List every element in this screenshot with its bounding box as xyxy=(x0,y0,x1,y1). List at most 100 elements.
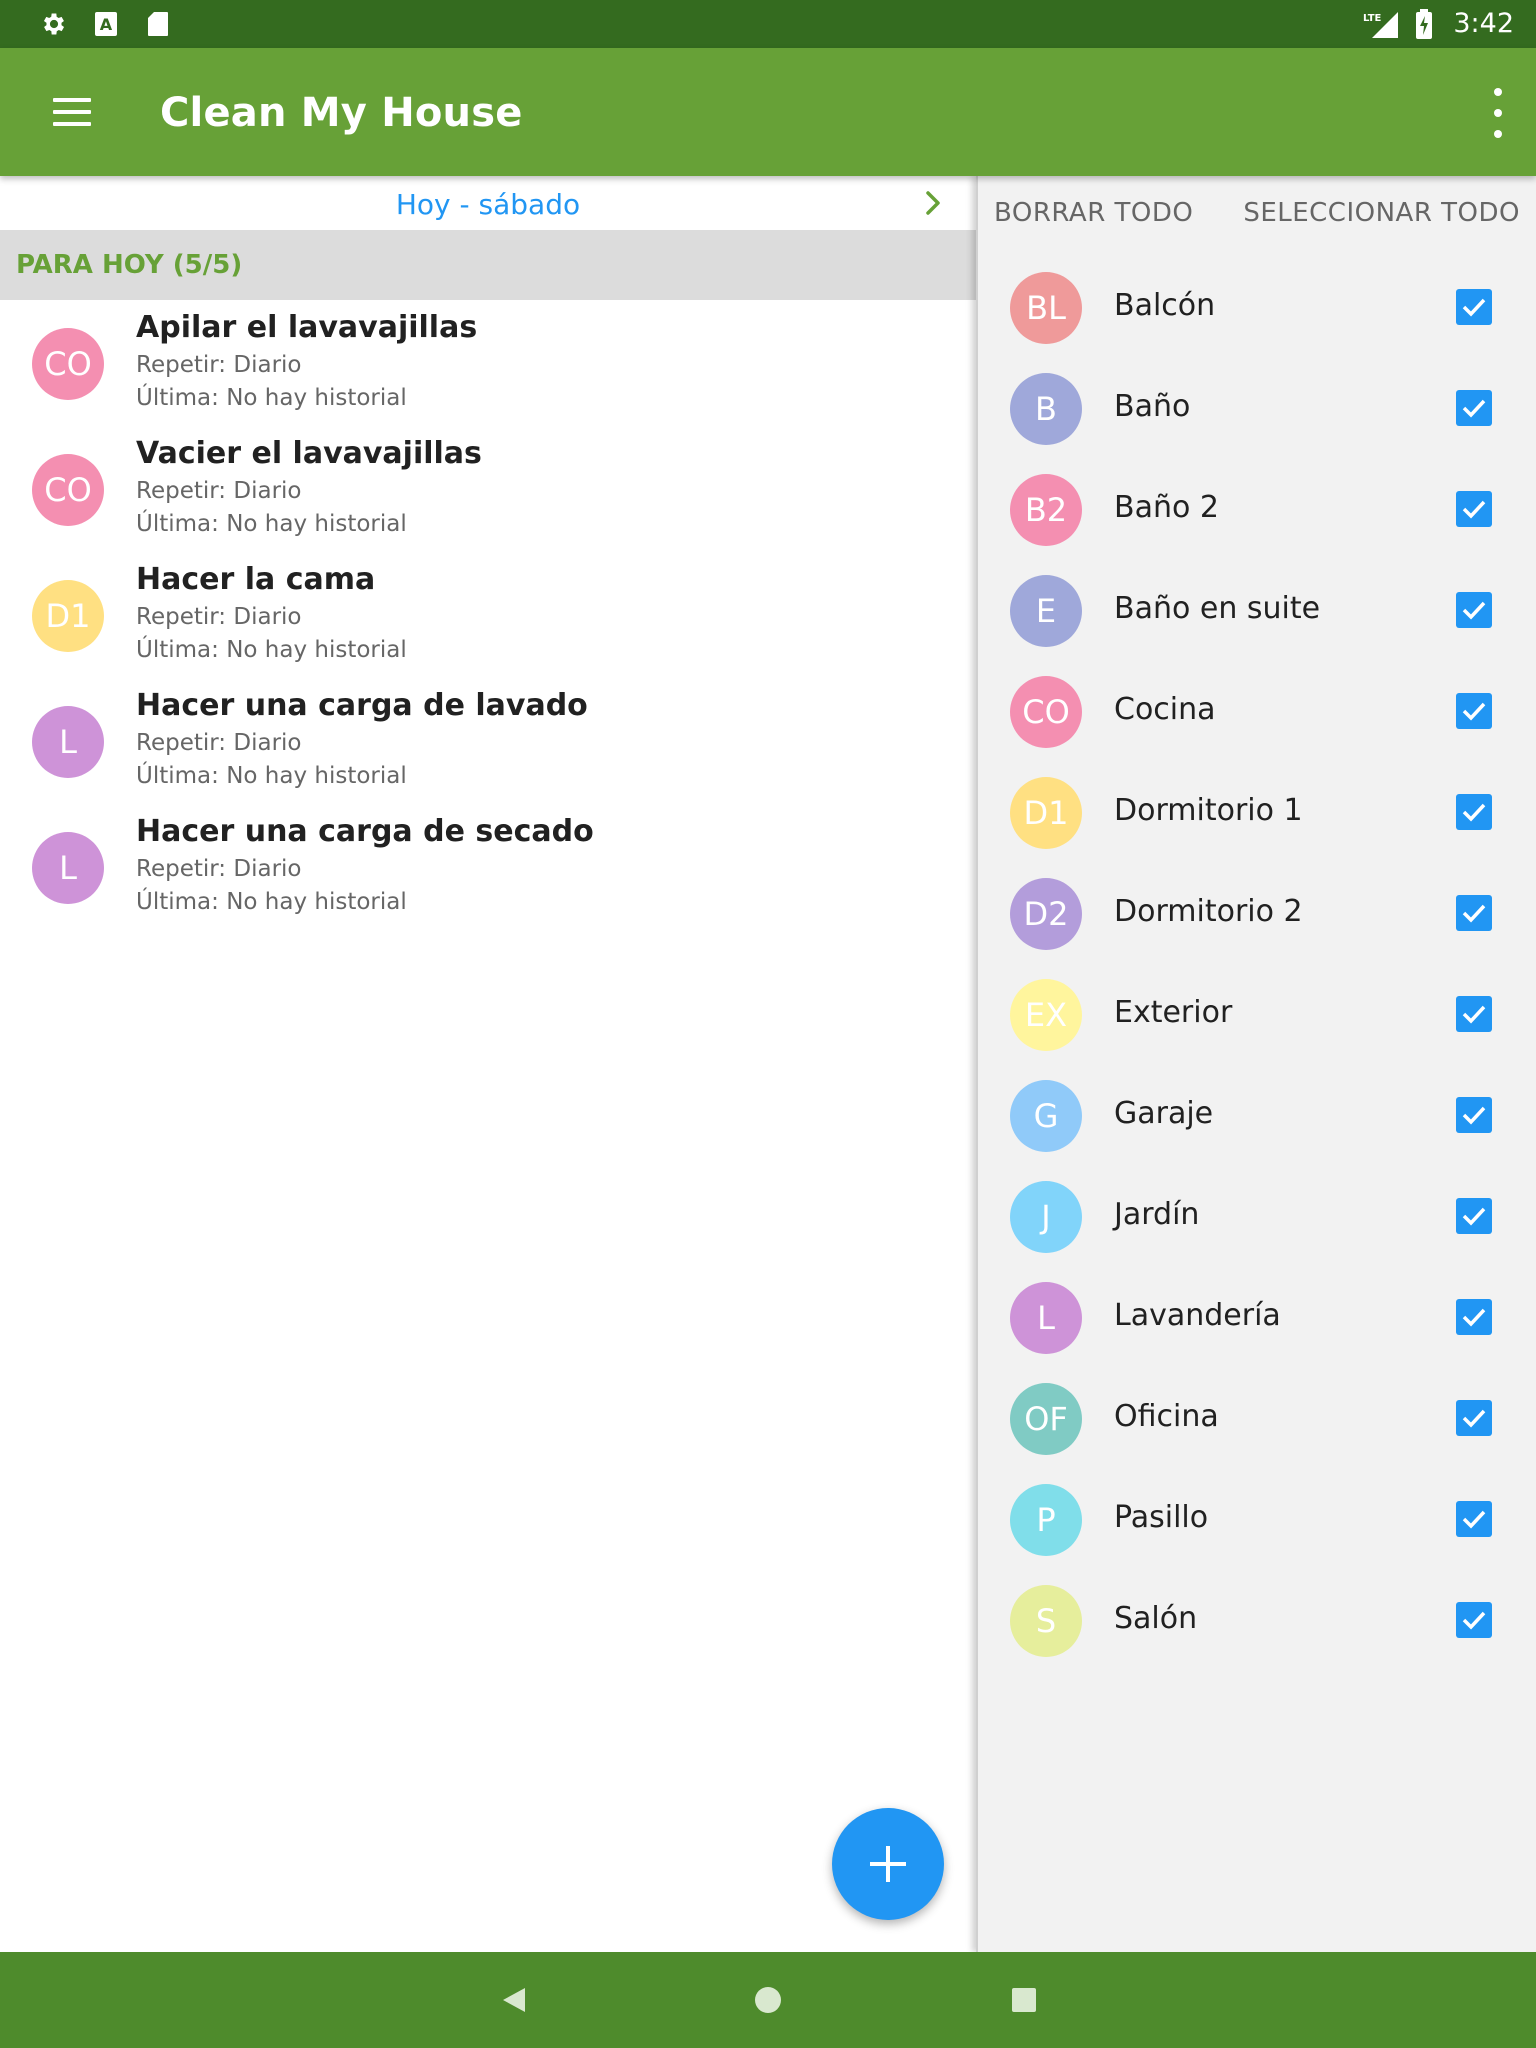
date-label[interactable]: Hoy - sábado xyxy=(0,188,976,221)
room-checkbox[interactable] xyxy=(1456,895,1492,931)
room-name: Baño xyxy=(1114,389,1191,424)
room-checkbox[interactable] xyxy=(1456,491,1492,527)
back-button[interactable] xyxy=(494,1980,534,2020)
task-last: Última: No hay historial xyxy=(136,637,407,663)
clear-all-button[interactable]: BORRAR TODO xyxy=(994,198,1193,228)
task-last: Última: No hay historial xyxy=(136,511,407,537)
check-icon xyxy=(1462,601,1486,620)
room-checkbox[interactable] xyxy=(1456,592,1492,628)
room-avatar: B xyxy=(1010,373,1082,445)
home-circle-icon xyxy=(755,1987,781,2013)
recents-button[interactable] xyxy=(1004,1980,1044,2020)
room-checkbox[interactable] xyxy=(1456,1501,1492,1537)
room-name: Salón xyxy=(1114,1601,1198,1636)
task-name: Hacer una carga de lavado xyxy=(136,688,588,723)
room-checkbox[interactable] xyxy=(1456,1097,1492,1133)
task-item[interactable]: L Hacer una carga de lavado Repetir: Dia… xyxy=(0,688,976,814)
room-name: Pasillo xyxy=(1114,1500,1209,1535)
chevron-right-icon[interactable] xyxy=(920,190,946,216)
room-avatar: D2 xyxy=(1010,878,1082,950)
room-avatar: OF xyxy=(1010,1383,1082,1455)
section-title: PARA HOY (5/5) xyxy=(16,250,243,280)
settings-icon xyxy=(40,10,68,38)
task-item[interactable]: L Hacer una carga de secado Repetir: Dia… xyxy=(0,814,976,940)
task-repeat: Repetir: Diario xyxy=(136,478,302,504)
task-item[interactable]: CO Apilar el lavavajillas Repetir: Diari… xyxy=(0,310,976,436)
room-item[interactable]: E Baño en suite xyxy=(978,561,1536,662)
task-repeat: Repetir: Diario xyxy=(136,604,302,630)
room-name: Balcón xyxy=(1114,288,1216,323)
check-icon xyxy=(1462,500,1486,519)
room-item[interactable]: OF Oficina xyxy=(978,1369,1536,1470)
select-all-button[interactable]: SELECCIONAR TODO xyxy=(1243,198,1520,228)
room-item[interactable]: P Pasillo xyxy=(978,1470,1536,1571)
check-icon xyxy=(1462,1611,1486,1630)
check-icon xyxy=(1462,702,1486,721)
room-item[interactable]: L Lavandería xyxy=(978,1268,1536,1369)
room-item[interactable]: B2 Baño 2 xyxy=(978,460,1536,561)
add-task-button[interactable] xyxy=(832,1808,944,1920)
room-checkbox[interactable] xyxy=(1456,693,1492,729)
room-item[interactable]: D1 Dormitorio 1 xyxy=(978,763,1536,864)
room-name: Dormitorio 2 xyxy=(1114,894,1303,929)
task-last: Última: No hay historial xyxy=(136,385,407,411)
sd-card-icon xyxy=(144,10,172,38)
room-avatar: BL xyxy=(1010,272,1082,344)
check-icon xyxy=(1462,1409,1486,1428)
lte-signal-icon: LTE xyxy=(1362,10,1398,38)
room-list: BL Balcón B Baño B2 Baño 2 E Baño en suite C… xyxy=(978,258,1536,1672)
room-item[interactable]: EX Exterior xyxy=(978,965,1536,1066)
room-name: Dormitorio 1 xyxy=(1114,793,1303,828)
room-checkbox[interactable] xyxy=(1456,1400,1492,1436)
room-avatar: CO xyxy=(1010,676,1082,748)
room-item[interactable]: D2 Dormitorio 2 xyxy=(978,864,1536,965)
room-avatar: S xyxy=(1010,1585,1082,1657)
more-options-button[interactable] xyxy=(1488,88,1508,138)
room-name: Cocina xyxy=(1114,692,1216,727)
room-checkbox[interactable] xyxy=(1456,1198,1492,1234)
check-icon xyxy=(1462,399,1486,418)
more-vert-icon xyxy=(1494,88,1502,96)
task-item[interactable]: CO Vacier el lavavajillas Repetir: Diari… xyxy=(0,436,976,562)
room-avatar: J xyxy=(1010,1181,1082,1253)
room-item[interactable]: B Baño xyxy=(978,359,1536,460)
home-button[interactable] xyxy=(748,1980,788,2020)
task-name: Apilar el lavavajillas xyxy=(136,310,478,345)
room-item[interactable]: S Salón xyxy=(978,1571,1536,1672)
check-icon xyxy=(1462,1106,1486,1125)
task-repeat: Repetir: Diario xyxy=(136,856,302,882)
task-list: CO Apilar el lavavajillas Repetir: Diari… xyxy=(0,310,976,940)
recents-square-icon xyxy=(1012,1988,1036,2012)
check-icon xyxy=(1462,803,1486,822)
battery-charging-icon xyxy=(1414,9,1434,39)
svg-text:A: A xyxy=(100,15,113,34)
back-triangle-icon xyxy=(503,1988,525,2012)
room-checkbox[interactable] xyxy=(1456,1602,1492,1638)
section-header: PARA HOY (5/5) xyxy=(0,230,976,300)
room-checkbox[interactable] xyxy=(1456,390,1492,426)
room-checkbox[interactable] xyxy=(1456,794,1492,830)
menu-button[interactable] xyxy=(36,84,108,140)
status-bar: A LTE 3:42 xyxy=(0,0,1536,48)
task-item[interactable]: D1 Hacer la cama Repetir: Diario Última:… xyxy=(0,562,976,688)
navigation-bar xyxy=(0,1952,1536,2048)
room-item[interactable]: G Garaje xyxy=(978,1066,1536,1167)
room-avatar: B2 xyxy=(1010,474,1082,546)
room-avatar: L xyxy=(1010,1282,1082,1354)
room-name: Jardín xyxy=(1114,1197,1200,1232)
check-icon xyxy=(1462,1510,1486,1529)
room-checkbox[interactable] xyxy=(1456,996,1492,1032)
task-last: Última: No hay historial xyxy=(136,889,407,915)
room-checkbox[interactable] xyxy=(1456,1299,1492,1335)
room-checkbox[interactable] xyxy=(1456,289,1492,325)
room-item[interactable]: BL Balcón xyxy=(978,258,1536,359)
room-item[interactable]: CO Cocina xyxy=(978,662,1536,763)
room-avatar: EX xyxy=(1010,979,1082,1051)
task-avatar: L xyxy=(32,706,104,778)
room-avatar: G xyxy=(1010,1080,1082,1152)
room-item[interactable]: J Jardín xyxy=(978,1167,1536,1268)
status-time: 3:42 xyxy=(1453,8,1514,39)
app-title: Clean My House xyxy=(160,90,523,136)
check-icon xyxy=(1462,904,1486,923)
svg-text:LTE: LTE xyxy=(1363,13,1382,24)
